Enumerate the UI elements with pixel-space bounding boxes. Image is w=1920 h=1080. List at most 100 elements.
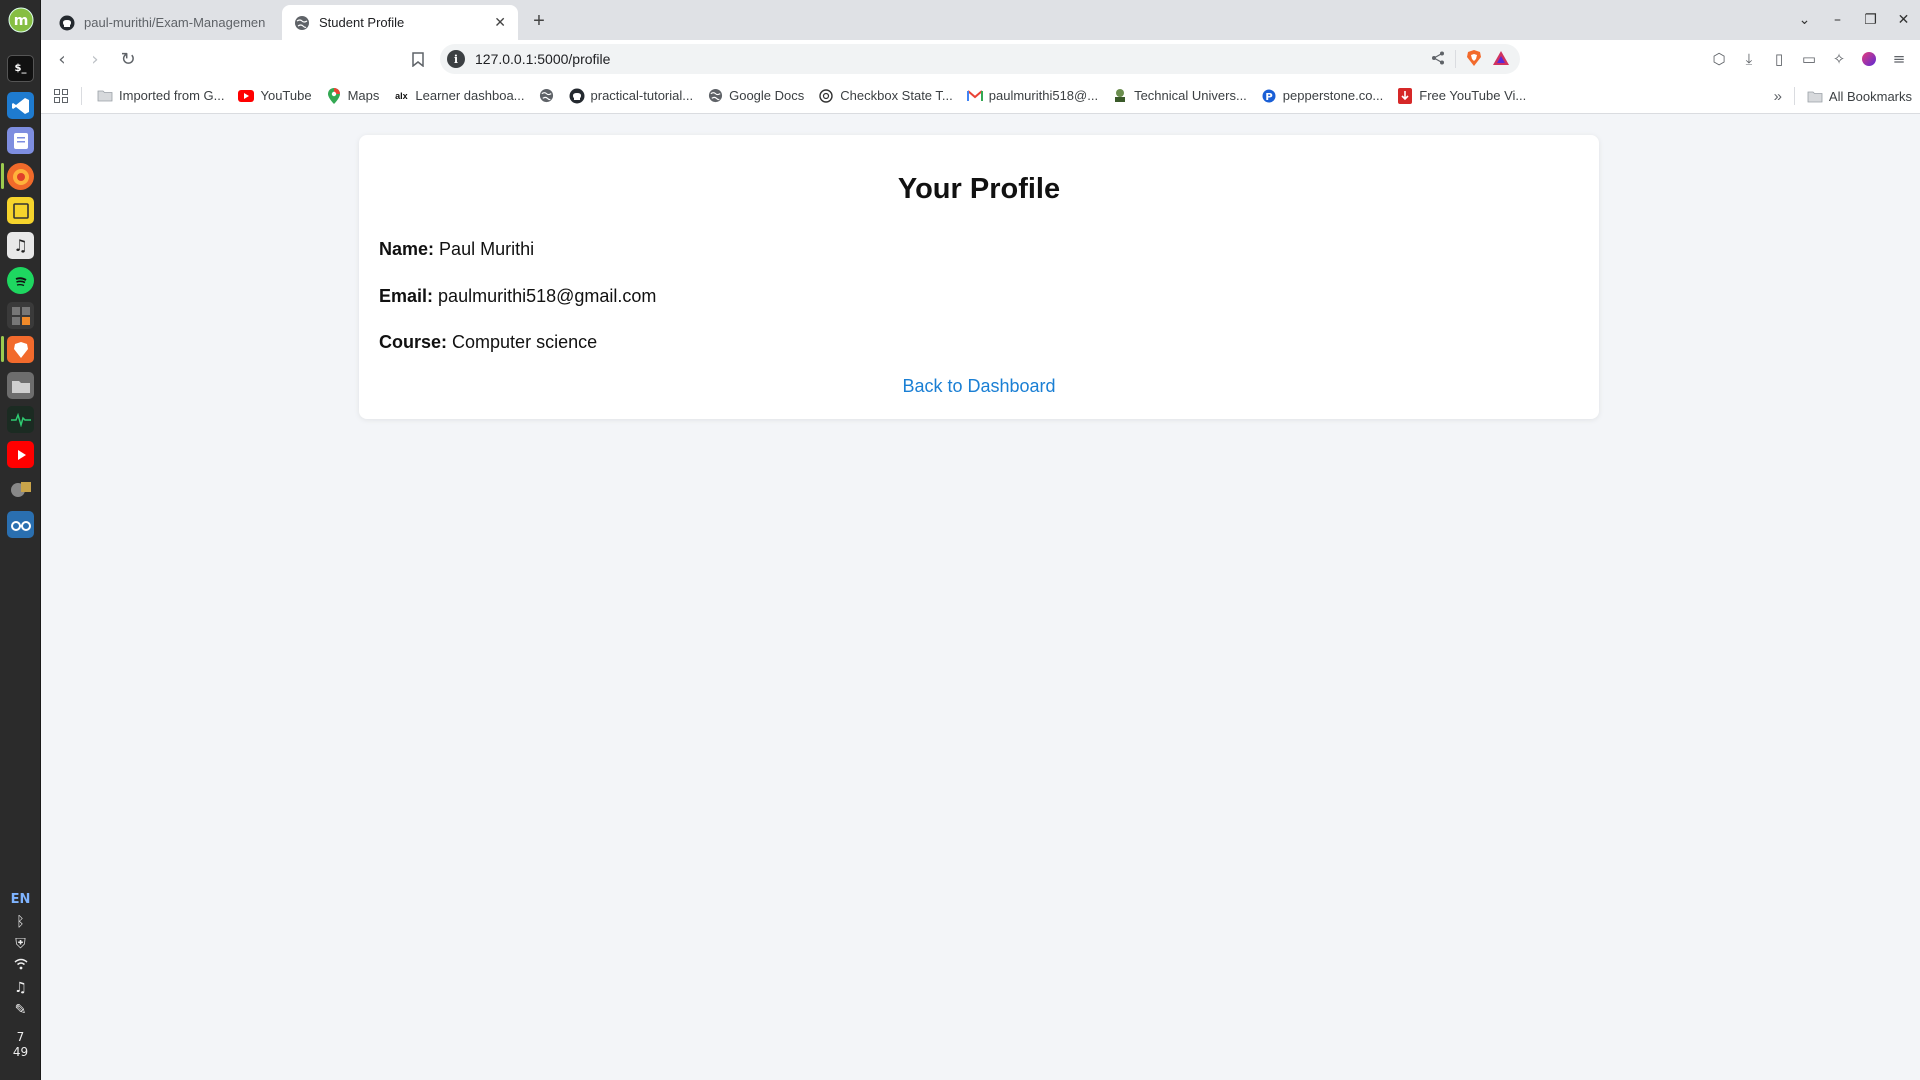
apps-grid-icon[interactable]	[41, 88, 81, 103]
volume-music-icon[interactable]: ♫	[0, 977, 41, 999]
all-bookmarks-label: All Bookmarks	[1828, 88, 1912, 104]
clock-hour[interactable]: 7	[0, 1030, 41, 1044]
bookmark-label: Technical Univers...	[1134, 88, 1247, 103]
music-player-icon[interactable]: ♫	[7, 232, 34, 259]
calculator-icon[interactable]	[7, 302, 34, 329]
bookmark-imported-folder[interactable]: Imported from G...	[90, 82, 231, 110]
openai-icon	[818, 88, 834, 104]
tab-title: paul-murithi/Exam-Management	[84, 15, 265, 30]
wallet-icon[interactable]: ▭	[1794, 44, 1824, 74]
browser-toolbar: ‹ › ↻ i 127.0.0.1:5000/profile ⬡ ⤓ ▯ ▭ ✧…	[41, 40, 1920, 78]
bookmarks-bar-right: » All Bookmarks	[1774, 78, 1912, 114]
brave-rewards-icon[interactable]	[1492, 50, 1510, 69]
page-viewport: Your Profile Name: Paul Murithi Email: p…	[41, 115, 1920, 1080]
vpn-icon[interactable]	[1854, 44, 1884, 74]
url-text[interactable]: 127.0.0.1:5000/profile	[475, 51, 610, 67]
youtube-app-icon[interactable]	[7, 441, 34, 468]
brave-shields-icon[interactable]	[1466, 49, 1482, 70]
clock-minute[interactable]: 49	[0, 1045, 41, 1059]
bookmarks-bar: Imported from G... YouTube Maps alx Lear…	[41, 78, 1920, 114]
profile-name-row: Name: Paul Murithi	[379, 239, 534, 260]
profile-course-row: Course: Computer science	[379, 332, 597, 353]
download-icon	[1397, 87, 1413, 104]
forward-button[interactable]: ›	[80, 44, 110, 74]
site-info-icon[interactable]: i	[447, 50, 465, 68]
profile-email-row: Email: paulmurithi518@gmail.com	[379, 286, 656, 307]
text-editor-icon[interactable]	[7, 127, 34, 154]
downloads-icon[interactable]: ⤓	[1734, 44, 1764, 74]
new-tab-button[interactable]: +	[527, 9, 551, 33]
tab-exam-management[interactable]: paul-murithi/Exam-Management	[47, 5, 277, 40]
desktop-panel: m $_ ♫ EN ᛒ ⛨ ♫ ✎ 7 49	[0, 0, 41, 1080]
university-icon	[1112, 88, 1128, 104]
tab-search-chevron-icon[interactable]: ⌄	[1788, 0, 1821, 40]
bookmark-gmail[interactable]: paulmurithi518@...	[960, 82, 1105, 110]
globe-icon	[539, 88, 555, 104]
folder-icon	[97, 88, 113, 104]
back-to-dashboard-link[interactable]: Back to Dashboard	[359, 376, 1599, 397]
security-shield-icon[interactable]: ⛨	[0, 933, 41, 955]
bookmark-pepperstone[interactable]: P pepperstone.co...	[1254, 82, 1390, 110]
tab-strip: paul-murithi/Exam-Management Student Pro…	[41, 0, 1920, 40]
mint-menu-icon[interactable]: m	[7, 6, 34, 33]
spotify-icon[interactable]	[7, 267, 34, 294]
folder-icon	[1807, 88, 1823, 104]
bookmark-label: Imported from G...	[119, 88, 225, 103]
clipboard-icon[interactable]: ✎	[0, 999, 41, 1021]
page-title: Your Profile	[897, 173, 1061, 205]
firefox-icon[interactable]	[7, 163, 34, 190]
pepperstone-icon: P	[1261, 88, 1277, 104]
close-window-button[interactable]: ✕	[1887, 0, 1920, 40]
file-manager-icon[interactable]	[7, 372, 34, 399]
menu-hamburger-icon[interactable]: ≡	[1884, 44, 1914, 74]
leo-ai-icon[interactable]: ✧	[1824, 44, 1854, 74]
omnibox-divider	[1455, 50, 1456, 68]
toolbar-right-actions: ⬡ ⤓ ▯ ▭ ✧ ≡	[1704, 40, 1920, 78]
browser-window: paul-murithi/Exam-Management Student Pro…	[41, 0, 1920, 1080]
keyboard-language-indicator[interactable]: EN	[0, 892, 41, 907]
bookmark-google-docs[interactable]: Google Docs	[700, 82, 811, 110]
bookmark-practical-tutorial[interactable]: practical-tutorial...	[562, 82, 701, 110]
wifi-icon[interactable]	[0, 955, 41, 977]
more-bookmarks-chevron-icon[interactable]: »	[1774, 88, 1782, 105]
brave-browser-icon[interactable]	[7, 336, 34, 363]
bookmarks-divider	[1793, 87, 1795, 105]
window-controls: ⌄ – ❐ ✕	[1788, 0, 1920, 40]
maximize-button[interactable]: ❐	[1854, 0, 1887, 40]
share-icon[interactable]	[1431, 51, 1445, 68]
bookmark-checkbox-state[interactable]: Checkbox State T...	[811, 82, 960, 110]
bookmark-label: YouTube	[260, 88, 312, 103]
bookmark-label: practical-tutorial...	[590, 88, 694, 103]
bookmark-maps[interactable]: Maps	[319, 82, 387, 110]
gmail-icon	[966, 88, 983, 104]
email-value: paulmurithi518@gmail.com	[438, 286, 657, 306]
bookmark-technical-university[interactable]: Technical Univers...	[1105, 82, 1254, 110]
terminal-icon[interactable]: $_	[7, 55, 34, 82]
globe-icon	[707, 88, 723, 104]
close-tab-icon[interactable]: ✕	[494, 14, 506, 31]
svg-text:m: m	[13, 13, 28, 29]
bookmark-label: Checkbox State T...	[840, 88, 953, 103]
reload-button[interactable]: ↻	[113, 44, 143, 74]
tab-student-profile[interactable]: Student Profile ✕	[282, 5, 518, 40]
screen-reader-icon[interactable]	[7, 511, 34, 538]
course-label: Course:	[379, 332, 448, 352]
sticky-notes-icon[interactable]	[7, 197, 34, 224]
all-bookmarks-button[interactable]: All Bookmarks	[1807, 82, 1912, 110]
address-bar[interactable]: i 127.0.0.1:5000/profile	[440, 44, 1520, 74]
minimize-button[interactable]: –	[1821, 0, 1854, 40]
svg-text:P: P	[1265, 92, 1272, 103]
sidebar-toggle-icon[interactable]: ▯	[1764, 44, 1794, 74]
bookmark-learner-dashboard[interactable]: alx Learner dashboa...	[386, 82, 531, 110]
bookmark-youtube[interactable]: YouTube	[231, 82, 318, 110]
system-monitor-icon[interactable]	[7, 406, 34, 433]
extensions-icon[interactable]: ⬡	[1704, 44, 1734, 74]
bluetooth-icon[interactable]: ᛒ	[0, 911, 41, 933]
back-button[interactable]: ‹	[47, 44, 77, 74]
bookmark-page-icon[interactable]	[404, 45, 432, 73]
vscode-icon[interactable]	[7, 92, 34, 119]
bookmark-globe[interactable]	[532, 82, 562, 110]
image-viewer-icon[interactable]	[7, 476, 34, 503]
bookmarks-divider	[81, 86, 82, 105]
bookmark-free-youtube[interactable]: Free YouTube Vi...	[1390, 82, 1533, 110]
